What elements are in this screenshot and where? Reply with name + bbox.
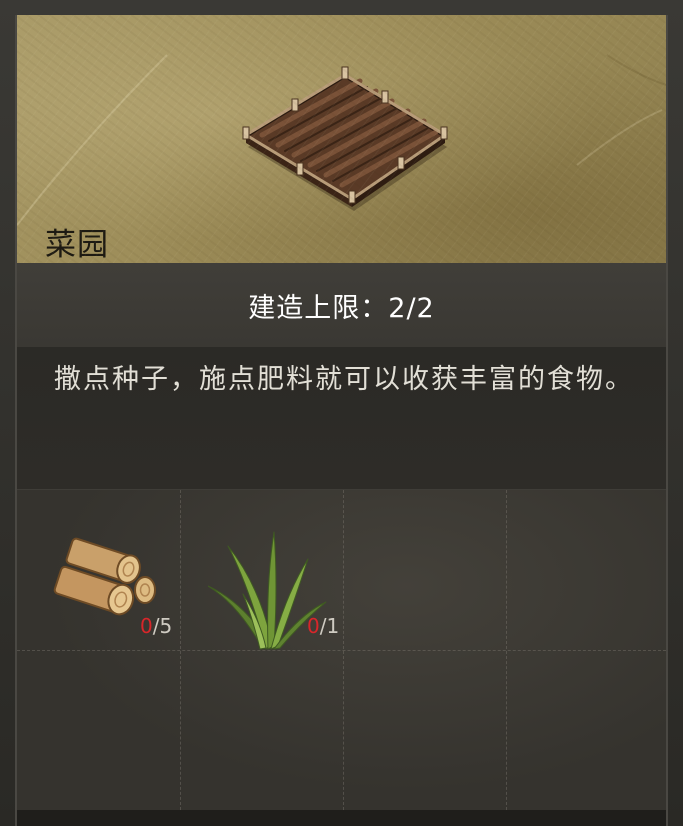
building-name: 菜园 xyxy=(45,227,109,263)
vegetable-garden-plot-icon xyxy=(242,66,448,211)
material-have-count: 0 xyxy=(307,614,320,638)
material-slot-empty xyxy=(343,490,506,650)
panel-bottom-bar xyxy=(17,810,666,826)
build-limit-bar: 建造上限：2/2 xyxy=(17,263,666,347)
material-need-count: /1 xyxy=(319,614,340,638)
build-limit-text: 建造上限：2/2 xyxy=(248,292,435,324)
material-requirements-grid: 0/5 0/1 xyxy=(17,490,666,810)
material-slot-empty xyxy=(180,650,343,810)
material-need-count: /5 xyxy=(152,614,173,638)
description-text: 撒点种子，施点肥料就可以收获丰富的食物。 xyxy=(54,364,634,395)
material-slot-empty xyxy=(506,650,669,810)
material-slot-grass[interactable]: 0/1 xyxy=(180,490,343,650)
material-slot-empty xyxy=(17,650,180,810)
building-header: 菜园 xyxy=(17,15,666,263)
material-count: 0/1 xyxy=(307,614,339,638)
material-slot-wood[interactable]: 0/5 xyxy=(17,490,180,650)
window-frame: 菜园 建造上限：2/2 撒点种子，施点肥料就可以收获丰富的食物。 0/5 0/1 xyxy=(0,0,683,826)
material-have-count: 0 xyxy=(140,614,153,638)
building-info-panel: 菜园 建造上限：2/2 撒点种子，施点肥料就可以收获丰富的食物。 0/5 0/1 xyxy=(15,15,668,826)
material-slot-empty xyxy=(343,650,506,810)
building-description: 撒点种子，施点肥料就可以收获丰富的食物。 xyxy=(17,347,666,490)
material-count: 0/5 xyxy=(140,614,172,638)
material-slot-empty xyxy=(506,490,669,650)
